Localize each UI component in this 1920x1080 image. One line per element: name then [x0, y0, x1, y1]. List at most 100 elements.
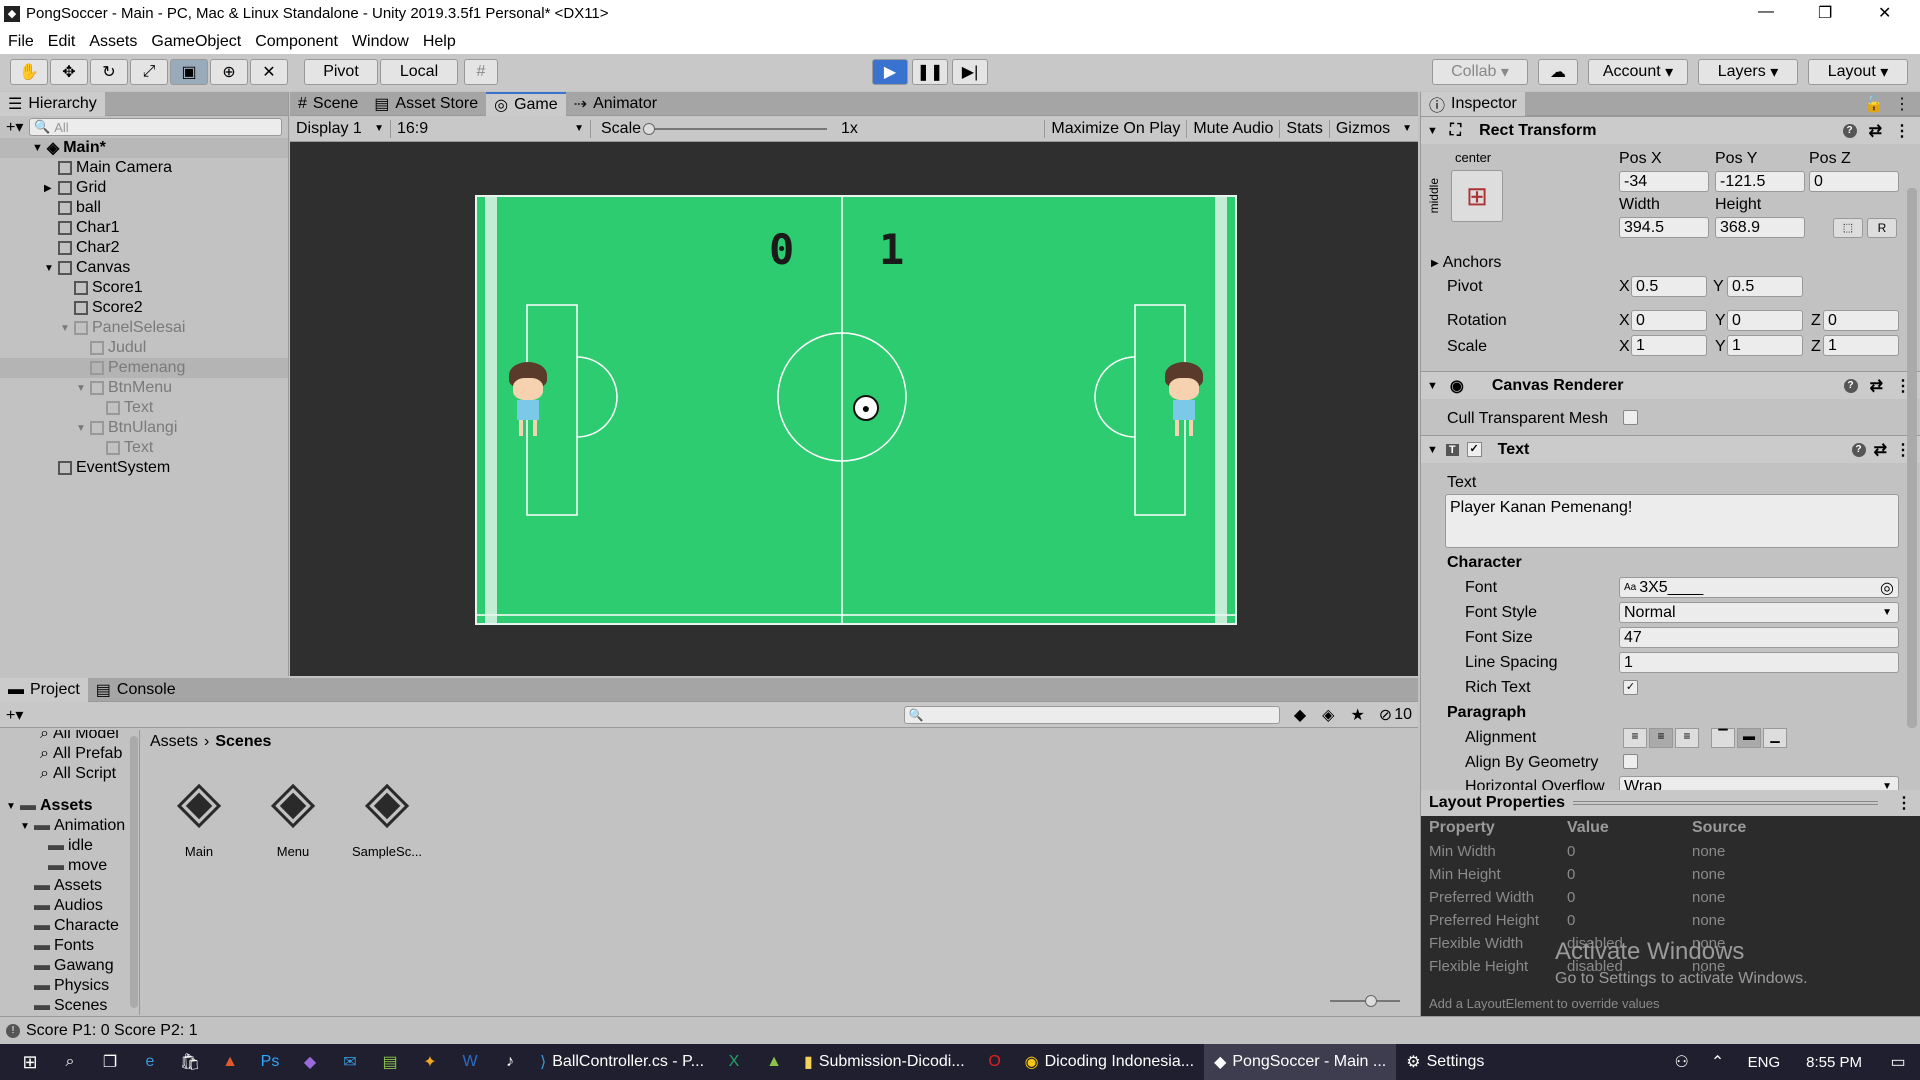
- canvas-renderer-header[interactable]: ▼ ◉ Canvas Renderer ? ⇄ ⋮: [1421, 371, 1920, 399]
- notification-icon[interactable]: ▭: [1876, 1051, 1920, 1073]
- taskbar-chrome[interactable]: ◉ Dicoding Indonesia...: [1015, 1044, 1204, 1080]
- scale-slider[interactable]: Scale 1x: [590, 119, 1030, 138]
- expand-arrow-icon[interactable]: ▼: [60, 323, 74, 334]
- preset-icon[interactable]: ⇄: [1869, 121, 1882, 141]
- hierarchy-item[interactable]: Char1: [0, 218, 288, 238]
- folder-tree-item[interactable]: ▬ Audios: [0, 896, 139, 916]
- step-button[interactable]: ▶|: [952, 59, 988, 85]
- hierarchy-item[interactable]: ▼ BtnMenu: [0, 378, 288, 398]
- expand-arrow-icon[interactable]: ▼: [6, 801, 20, 812]
- mute-audio-toggle[interactable]: Mute Audio: [1186, 119, 1279, 138]
- icon-size-thumb[interactable]: [1365, 995, 1377, 1007]
- folder-tree-item[interactable]: ▬ Characte: [0, 916, 139, 936]
- menu-window[interactable]: Window: [352, 33, 409, 51]
- chevron-up-icon[interactable]: ⌃: [1700, 1051, 1736, 1073]
- tab-project[interactable]: ▬ Project: [0, 677, 88, 702]
- app-icon[interactable]: ♪: [490, 1051, 530, 1073]
- pos-x-field[interactable]: -34: [1619, 171, 1709, 192]
- app-icon[interactable]: ◆: [290, 1051, 330, 1073]
- move-tool-icon[interactable]: ✥: [50, 59, 88, 85]
- folder-tree-item[interactable]: ▬ Scenes: [0, 996, 139, 1015]
- scale-x-field[interactable]: 1: [1631, 335, 1707, 356]
- gizmos-toggle[interactable]: Gizmos: [1328, 119, 1396, 138]
- menu-component[interactable]: Component: [255, 33, 338, 51]
- folder-tree-item[interactable]: ▼ ▬ Assets: [0, 796, 139, 816]
- pivot-x-field[interactable]: 0.5: [1631, 276, 1707, 297]
- hierarchy-item[interactable]: Main Camera: [0, 158, 288, 178]
- help-icon[interactable]: ?: [1843, 378, 1858, 393]
- excel-icon[interactable]: X: [714, 1051, 754, 1073]
- menu-file[interactable]: File: [8, 33, 34, 51]
- favorite-item[interactable]: ⌕ All Script: [0, 764, 139, 784]
- folder-tree-item[interactable]: ▬ Assets: [0, 876, 139, 896]
- align-left-icon[interactable]: ≡: [1623, 728, 1647, 748]
- hierarchy-item[interactable]: ▼ BtnUlangi: [0, 418, 288, 438]
- hierarchy-item[interactable]: Char2: [0, 238, 288, 258]
- expand-arrow-icon[interactable]: ▼: [20, 821, 34, 832]
- hierarchy-search[interactable]: 🔍 All: [29, 118, 282, 136]
- layout-dropdown[interactable]: Layout ▾: [1808, 59, 1908, 85]
- favorite-icon[interactable]: ★: [1350, 705, 1364, 725]
- grid-snap-icon[interactable]: #: [464, 59, 498, 85]
- word-icon[interactable]: W: [450, 1051, 490, 1073]
- layers-dropdown[interactable]: Layers ▾: [1698, 59, 1798, 85]
- rect-tool-icon[interactable]: ▣: [170, 59, 208, 85]
- favorite-item[interactable]: ⌕ All Model: [0, 730, 139, 744]
- filter-type-icon[interactable]: ◆: [1294, 705, 1306, 725]
- hierarchy-item[interactable]: Text: [0, 438, 288, 458]
- rich-text-checkbox[interactable]: ✓: [1623, 680, 1638, 695]
- width-field[interactable]: 394.5: [1619, 217, 1709, 238]
- taskbar-submission[interactable]: ▮ Submission-Dicodi...: [794, 1044, 975, 1080]
- store-icon[interactable]: 🛍: [170, 1051, 210, 1073]
- menu-edit[interactable]: Edit: [48, 33, 76, 51]
- raw-edit-button[interactable]: R: [1867, 218, 1897, 238]
- panel-menu-icon[interactable]: ⋮: [1896, 793, 1912, 813]
- align-geometry-checkbox[interactable]: [1623, 754, 1638, 769]
- lock-icon[interactable]: 🔓: [1864, 94, 1884, 114]
- scene-row[interactable]: ▼ ◈ Main*: [0, 138, 288, 158]
- text-value-area[interactable]: Player Kanan Pemenang!: [1445, 494, 1899, 548]
- align-middle-icon[interactable]: ▬: [1737, 728, 1761, 748]
- text-enabled-checkbox[interactable]: ✓: [1466, 442, 1482, 457]
- app-icon[interactable]: ▲: [754, 1051, 794, 1073]
- play-button[interactable]: ▶: [872, 59, 908, 85]
- help-icon[interactable]: ?: [1842, 123, 1857, 138]
- rot-z-field[interactable]: 0: [1823, 310, 1899, 331]
- folder-tree-item[interactable]: ▬ move: [0, 856, 139, 876]
- hierarchy-item[interactable]: Text: [0, 398, 288, 418]
- pivot-y-field[interactable]: 0.5: [1727, 276, 1803, 297]
- task-view-icon[interactable]: ❐: [90, 1051, 130, 1073]
- taskbar-settings[interactable]: ⚙ Settings: [1396, 1044, 1494, 1080]
- account-dropdown[interactable]: Account ▾: [1588, 59, 1688, 85]
- gizmos-dropdown-icon[interactable]: ▼: [1396, 123, 1418, 134]
- object-picker-icon[interactable]: ◎: [1880, 578, 1894, 598]
- folder-tree-item[interactable]: ▬ Fonts: [0, 936, 139, 956]
- custom-tool-icon[interactable]: ✕: [250, 59, 288, 85]
- expand-arrow-icon[interactable]: ▶: [44, 183, 58, 194]
- hierarchy-item[interactable]: EventSystem: [0, 458, 288, 478]
- align-top-icon[interactable]: ▔: [1711, 728, 1735, 748]
- preset-icon[interactable]: ⇄: [1874, 440, 1887, 460]
- blueprint-mode-button[interactable]: ⬚: [1833, 218, 1863, 238]
- pause-button[interactable]: ❚❚: [912, 59, 948, 85]
- aspect-dropdown[interactable]: 16:9 ▼: [390, 119, 590, 138]
- folder-tree-item[interactable]: ▬ Physics: [0, 976, 139, 996]
- filter-label-icon[interactable]: ◈: [1322, 705, 1334, 725]
- expand-arrow-icon[interactable]: ▼: [44, 263, 58, 274]
- pos-z-field[interactable]: 0: [1809, 171, 1899, 192]
- scene-file[interactable]: ◈ SampleSc...: [348, 770, 426, 860]
- tab-console[interactable]: ▤ Console: [88, 678, 184, 702]
- layout-properties-header[interactable]: Layout Properties ⋮: [1421, 790, 1920, 816]
- edge-icon[interactable]: e: [130, 1051, 170, 1073]
- font-style-dropdown[interactable]: Normal ▼: [1619, 602, 1899, 623]
- hand-tool-icon[interactable]: ✋: [10, 59, 48, 85]
- hierarchy-item[interactable]: Pemenang: [0, 358, 288, 378]
- fold-arrow-icon[interactable]: ▼: [1427, 444, 1438, 456]
- expand-arrow-icon[interactable]: ▼: [32, 142, 43, 154]
- icon-size-slider[interactable]: [1330, 995, 1400, 1007]
- rot-y-field[interactable]: 0: [1727, 310, 1803, 331]
- breadcrumb-scenes[interactable]: Scenes: [215, 733, 271, 751]
- scale-thumb[interactable]: [643, 122, 656, 135]
- component-menu-icon[interactable]: ⋮: [1894, 121, 1910, 141]
- close-button[interactable]: ✕: [1878, 3, 1891, 23]
